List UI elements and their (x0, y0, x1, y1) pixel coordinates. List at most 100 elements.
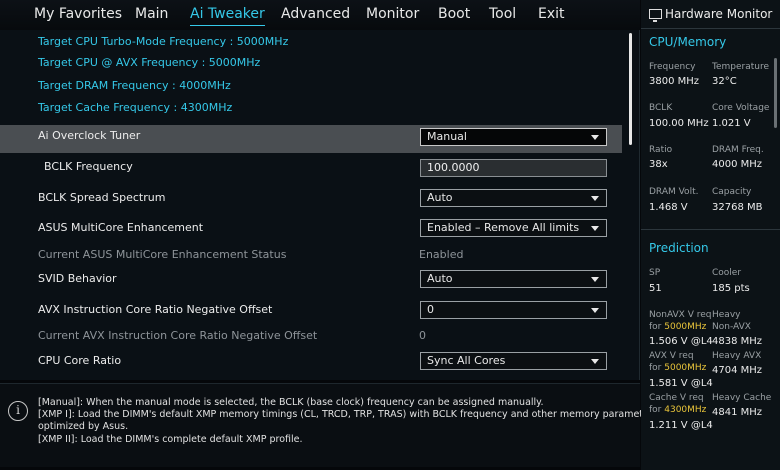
nonavx-req-value: 1.506 V @L4 (649, 336, 713, 347)
sp-value: 51 (649, 283, 662, 294)
bclk-spread-spectrum-label: BCLK Spread Spectrum (38, 191, 166, 204)
tab-exit[interactable]: Exit (538, 6, 565, 22)
nonavx-req-for: for 5000MHz (649, 322, 706, 332)
cache-req-for: for 4300MHz (649, 405, 706, 415)
dram-freq-value: 4000 MHz (712, 159, 763, 170)
capacity-label: Capacity (712, 187, 752, 197)
svid-behavior-value: Auto (427, 272, 453, 285)
core-voltage-label: Core Voltage (712, 103, 770, 113)
core-voltage-value: 1.021 V (712, 118, 751, 129)
hardware-monitor-panel: Hardware Monitor CPU/Memory Frequency 38… (641, 0, 780, 470)
chevron-down-icon (591, 226, 599, 231)
avx-offset-select[interactable]: 0 (420, 301, 607, 319)
cpu-core-ratio-value: Sync All Cores (427, 354, 506, 367)
avx-offset-value: 0 (427, 303, 434, 316)
tab-advanced[interactable]: Advanced (281, 6, 350, 22)
multicore-enhancement-label: ASUS MultiCore Enhancement (38, 221, 204, 234)
ai-overclock-tuner-select[interactable]: Manual (420, 128, 607, 146)
tab-ai-tweaker[interactable]: Ai Tweaker (190, 6, 265, 26)
chevron-down-icon (591, 308, 599, 313)
avx-req-freq: 5000MHz (664, 363, 707, 373)
cache-req-freq: 4300MHz (664, 405, 707, 415)
bclk-label: BCLK (649, 103, 673, 113)
ai-overclock-tuner-label: Ai Overclock Tuner (38, 129, 141, 142)
avx-offset-current-value: 0 (419, 329, 426, 342)
avx-req-for: for 5000MHz (649, 363, 706, 373)
cpu-memory-heading: CPU/Memory (649, 35, 727, 49)
avx-req-label: AVX V req (649, 351, 694, 361)
tab-my-favorites[interactable]: My Favorites (34, 6, 122, 22)
for-text: for (649, 405, 662, 415)
bclk-spread-spectrum-value: Auto (427, 191, 453, 204)
help-panel: i [Manual]: When the manual mode is sele… (0, 383, 658, 467)
heavy-nonavx-value: 4838 MHz (712, 336, 763, 347)
chevron-down-icon (591, 196, 599, 201)
heavy-cache-label: Heavy Cache (712, 393, 772, 403)
top-menu-bar: My Favorites Main Ai Tweaker Advanced Mo… (0, 0, 640, 30)
avx-offset-current-label: Current AVX Instruction Core Ratio Negat… (38, 329, 318, 342)
target-dram-frequency: Target DRAM Frequency : 4000MHz (38, 79, 231, 92)
svid-behavior-select[interactable]: Auto (420, 270, 607, 288)
heavy-avx-label: Heavy AVX (712, 351, 762, 361)
help-line: [XMP I]: Load the DIMM's default XMP mem… (38, 409, 658, 420)
multicore-enhancement-select[interactable]: Enabled – Remove All limits (420, 219, 607, 237)
sp-label: SP (649, 268, 661, 278)
ai-overclock-tuner-value: Manual (427, 130, 467, 143)
capacity-value: 32768 MB (712, 202, 763, 213)
info-icon: i (8, 401, 28, 421)
nonavx-req-freq: 5000MHz (664, 322, 707, 332)
temperature-value: 32°C (712, 76, 737, 87)
multicore-status-value: Enabled (419, 248, 464, 261)
bclk-value: 100.00 MHz (649, 118, 709, 129)
hardware-monitor-scrollbar[interactable] (774, 58, 777, 128)
frequency-label: Frequency (649, 62, 696, 72)
divider (641, 28, 780, 29)
chevron-down-icon (591, 359, 599, 364)
frequency-value: 3800 MHz (649, 76, 700, 87)
ratio-value: 38x (649, 159, 668, 170)
heavy-nonavx-label2: Non-AVX (712, 322, 751, 332)
cooler-value: 185 pts (712, 283, 750, 294)
dram-freq-label: DRAM Freq. (712, 145, 764, 155)
help-line: optimized by Asus. (38, 421, 129, 432)
cache-req-value: 1.211 V @L4 (649, 420, 713, 431)
bclk-frequency-label: BCLK Frequency (44, 160, 133, 173)
cache-req-label: Cache V req (649, 393, 704, 403)
cpu-core-ratio-select[interactable]: Sync All Cores (420, 352, 607, 370)
cpu-core-ratio-label: CPU Core Ratio (38, 354, 122, 367)
multicore-status-label: Current ASUS MultiCore Enhancement Statu… (38, 248, 287, 261)
avx-offset-label: AVX Instruction Core Ratio Negative Offs… (38, 303, 273, 316)
heavy-cache-value: 4841 MHz (712, 407, 763, 418)
prediction-heading: Prediction (649, 241, 709, 255)
avx-req-value: 1.581 V @L4 (649, 378, 713, 389)
multicore-enhancement-value: Enabled – Remove All limits (427, 221, 580, 234)
help-line: [XMP II]: Load the DIMM's complete defau… (38, 434, 303, 445)
target-cache-frequency: Target Cache Frequency : 4300MHz (38, 101, 233, 114)
for-text: for (649, 322, 662, 332)
help-line: [Manual]: When the manual mode is select… (38, 397, 544, 408)
tab-main[interactable]: Main (135, 6, 168, 22)
target-turbo-frequency: Target CPU Turbo-Mode Frequency : 5000MH… (38, 35, 289, 48)
tab-monitor[interactable]: Monitor (366, 6, 419, 22)
dram-volt-label: DRAM Volt. (649, 187, 699, 197)
heavy-nonavx-label1: Heavy (712, 310, 741, 320)
dram-volt-value: 1.468 V (649, 202, 688, 213)
cooler-label: Cooler (712, 268, 742, 278)
hardware-monitor-title-text: Hardware Monitor (665, 7, 773, 21)
svid-behavior-label: SVID Behavior (38, 272, 117, 285)
settings-panel: Target CPU Turbo-Mode Frequency : 5000MH… (0, 30, 640, 380)
monitor-icon (649, 9, 662, 22)
for-text: for (649, 363, 662, 373)
tab-tool[interactable]: Tool (489, 6, 516, 22)
hardware-monitor-title: Hardware Monitor (649, 7, 773, 22)
divider (641, 229, 780, 230)
tab-boot[interactable]: Boot (438, 6, 470, 22)
bclk-frequency-input[interactable]: 100.0000 (420, 159, 607, 177)
heavy-avx-value: 4704 MHz (712, 365, 763, 376)
settings-scrollbar[interactable] (629, 33, 632, 145)
bclk-spread-spectrum-select[interactable]: Auto (420, 189, 607, 207)
chevron-down-icon (591, 135, 599, 140)
target-avx-frequency: Target CPU @ AVX Frequency : 5000MHz (38, 56, 261, 69)
ratio-label: Ratio (649, 145, 673, 155)
chevron-down-icon (591, 277, 599, 282)
